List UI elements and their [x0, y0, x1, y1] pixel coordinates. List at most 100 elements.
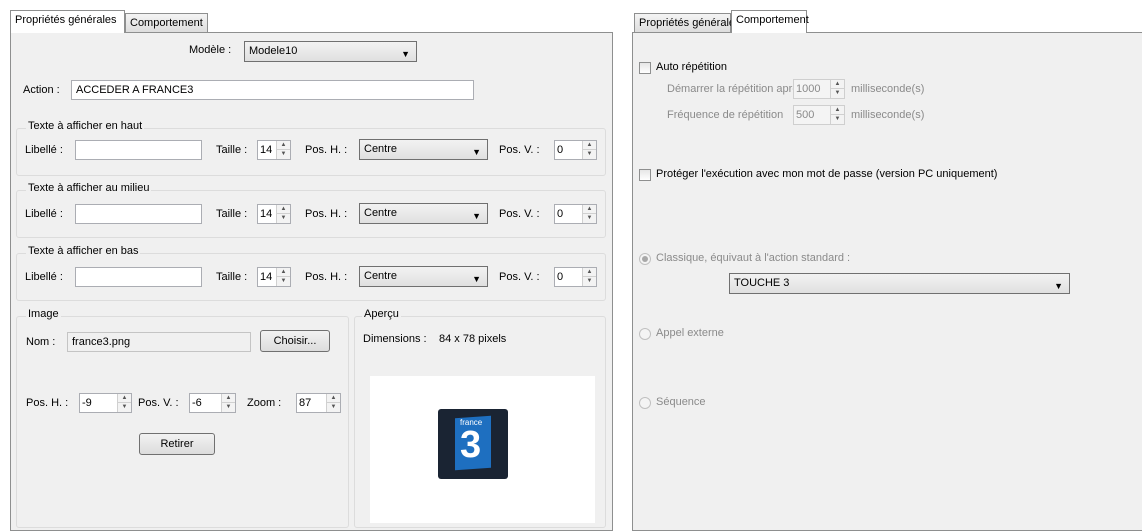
- spinner-up-icon[interactable]: ▲: [277, 268, 290, 277]
- modele-select[interactable]: Modele10 ▼: [244, 41, 417, 62]
- classic-action-select[interactable]: TOUCHE 3 ▼: [729, 273, 1070, 294]
- spinner-up-icon[interactable]: ▲: [583, 205, 596, 214]
- france3-logo-number: 3: [460, 424, 482, 466]
- left-tab-comportement[interactable]: Comportement: [125, 13, 208, 33]
- spinner-up-icon[interactable]: ▲: [118, 394, 131, 403]
- section-top-posv-label: Pos. V. :: [499, 144, 540, 156]
- preview-dimensions-label: Dimensions :: [363, 333, 427, 345]
- remove-image-button[interactable]: Retirer: [139, 433, 215, 455]
- protect-password-label: Protéger l'exécution avec mon mot de pas…: [656, 168, 998, 180]
- image-zoom-spinner[interactable]: 87 ▲ ▼: [296, 393, 341, 413]
- spinner-value: 0: [557, 208, 564, 220]
- left-tab-general[interactable]: Propriétés générales: [10, 10, 125, 33]
- chevron-down-icon: ▼: [1054, 281, 1063, 291]
- spinner-up-icon[interactable]: ▲: [831, 106, 844, 115]
- choose-image-button[interactable]: Choisir...: [260, 330, 330, 352]
- right-tab-comportement[interactable]: Comportement: [731, 10, 809, 33]
- tab-label: Comportement: [130, 17, 203, 29]
- spinner-up-icon[interactable]: ▲: [277, 205, 290, 214]
- section-middle-title: Texte à afficher au milieu: [26, 182, 152, 194]
- image-zoom-label: Zoom :: [247, 397, 282, 409]
- spinner-down-icon[interactable]: ▼: [831, 115, 844, 124]
- repeat-start-label: Démarrer la répétition après: [667, 83, 804, 95]
- section-top-posh-label: Pos. H. :: [305, 144, 348, 156]
- preview-canvas: france 3: [370, 376, 595, 523]
- spinner-value: 500: [796, 109, 815, 121]
- spinner-down-icon[interactable]: ▼: [118, 403, 131, 412]
- spinner-up-icon[interactable]: ▲: [583, 268, 596, 277]
- repeat-start-spinner[interactable]: 1000 ▲ ▼: [793, 79, 845, 99]
- protect-password-checkbox[interactable]: [639, 169, 651, 181]
- section-top-taille-label: Taille :: [216, 144, 248, 156]
- repeat-start-unit: milliseconde(s): [851, 83, 925, 95]
- section-bottom-libelle-input[interactable]: [75, 267, 202, 287]
- section-top-posv-spinner[interactable]: 0 ▲ ▼: [554, 140, 597, 160]
- spinner-value: 14: [260, 271, 273, 283]
- spinner-up-icon[interactable]: ▲: [327, 394, 340, 403]
- image-posh-spinner[interactable]: -9 ▲ ▼: [79, 393, 132, 413]
- action-input[interactable]: ACCEDER A FRANCE3: [71, 80, 474, 100]
- image-posv-spinner[interactable]: -6 ▲ ▼: [189, 393, 236, 413]
- section-middle-posh-select[interactable]: Centre ▼: [359, 203, 488, 224]
- spinner-up-icon[interactable]: ▲: [222, 394, 235, 403]
- spinner-up-icon[interactable]: ▲: [583, 141, 596, 150]
- section-middle-taille-label: Taille :: [216, 208, 248, 220]
- spinner-down-icon[interactable]: ▼: [277, 150, 290, 159]
- section-top-libelle-input[interactable]: [75, 140, 202, 160]
- section-bottom-posh-label: Pos. H. :: [305, 271, 348, 283]
- spinner-value: 0: [557, 271, 564, 283]
- classic-action-value: TOUCHE 3: [734, 277, 790, 289]
- posh-value: Centre: [364, 270, 398, 282]
- section-top-libelle-label: Libellé :: [25, 144, 63, 156]
- tab-label: Comportement: [736, 14, 809, 26]
- spinner-value: -6: [192, 397, 202, 409]
- preview-title: Aperçu: [362, 308, 401, 320]
- image-posh-label: Pos. H. :: [26, 397, 69, 409]
- spinner-down-icon[interactable]: ▼: [277, 214, 290, 223]
- spinner-down-icon[interactable]: ▼: [222, 403, 235, 412]
- spinner-up-icon[interactable]: ▲: [831, 80, 844, 89]
- section-bottom-posh-select[interactable]: Centre ▼: [359, 266, 488, 287]
- tab-label: Propriétés générales: [15, 14, 117, 26]
- spinner-value: 0: [557, 144, 564, 156]
- section-middle-taille-spinner[interactable]: 14 ▲ ▼: [257, 204, 291, 224]
- section-middle-libelle-label: Libellé :: [25, 208, 63, 220]
- france3-logo: france 3: [438, 409, 508, 479]
- tab-label: Propriétés générales: [639, 17, 741, 29]
- spinner-down-icon[interactable]: ▼: [327, 403, 340, 412]
- section-top-title: Texte à afficher en haut: [26, 120, 145, 132]
- auto-repeat-checkbox[interactable]: [639, 62, 651, 74]
- spinner-value: 1000: [796, 83, 821, 95]
- section-top-taille-spinner[interactable]: 14 ▲ ▼: [257, 140, 291, 160]
- section-top-posh-select[interactable]: Centre ▼: [359, 139, 488, 160]
- sequence-radio[interactable]: [639, 397, 651, 409]
- spinner-value: 14: [260, 144, 273, 156]
- right-panel: Auto répétition Démarrer la répétition a…: [632, 32, 1142, 531]
- section-bottom-posv-spinner[interactable]: 0 ▲ ▼: [554, 267, 597, 287]
- repeat-freq-unit: milliseconde(s): [851, 109, 925, 121]
- section-middle-posv-spinner[interactable]: 0 ▲ ▼: [554, 204, 597, 224]
- external-call-radio[interactable]: [639, 328, 651, 340]
- chevron-down-icon: ▼: [472, 211, 481, 221]
- classic-radio[interactable]: [639, 253, 651, 265]
- chevron-down-icon: ▼: [472, 274, 481, 284]
- section-bottom-taille-spinner[interactable]: 14 ▲ ▼: [257, 267, 291, 287]
- spinner-up-icon[interactable]: ▲: [277, 141, 290, 150]
- sequence-label: Séquence: [656, 396, 706, 408]
- spinner-down-icon[interactable]: ▼: [277, 277, 290, 286]
- image-posv-label: Pos. V. :: [138, 397, 179, 409]
- modele-value: Modele10: [249, 45, 298, 57]
- image-nom-value: france3.png: [72, 336, 131, 348]
- external-call-label: Appel externe: [656, 327, 724, 339]
- spinner-down-icon[interactable]: ▼: [831, 89, 844, 98]
- repeat-freq-spinner[interactable]: 500 ▲ ▼: [793, 105, 845, 125]
- spinner-down-icon[interactable]: ▼: [583, 214, 596, 223]
- action-label: Action :: [23, 84, 60, 96]
- spinner-down-icon[interactable]: ▼: [583, 277, 596, 286]
- left-panel: Modèle : Modele10 ▼ Action : ACCEDER A F…: [10, 32, 613, 531]
- auto-repeat-label: Auto répétition: [656, 61, 727, 73]
- section-middle-libelle-input[interactable]: [75, 204, 202, 224]
- right-tab-general[interactable]: Propriétés générales: [634, 13, 741, 33]
- spinner-value: 14: [260, 208, 273, 220]
- spinner-down-icon[interactable]: ▼: [583, 150, 596, 159]
